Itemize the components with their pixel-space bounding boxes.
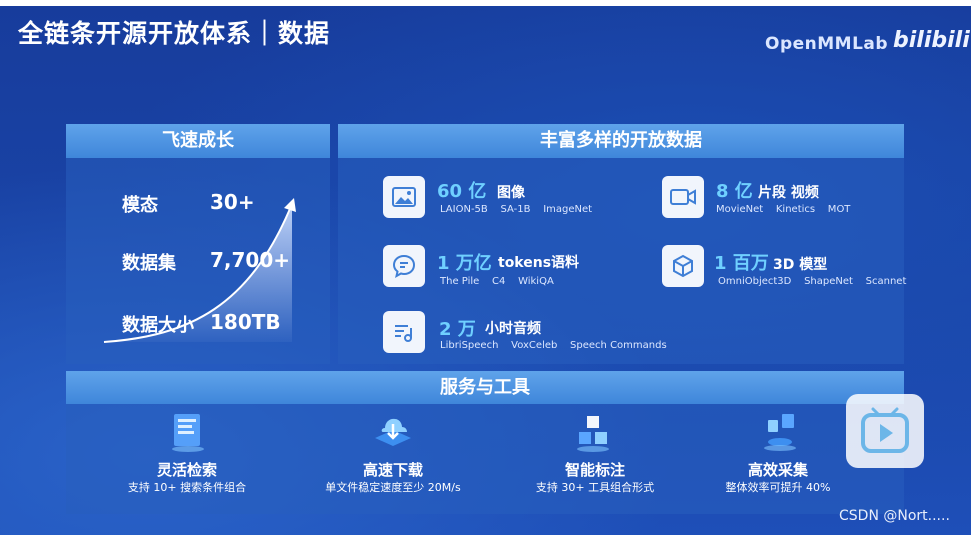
download-cloud-icon (375, 418, 411, 446)
stat-label-datasets: 数据集 (122, 253, 176, 274)
chat-bubble-icon (383, 245, 425, 287)
dataset-count-3d: 1 百万 (714, 253, 769, 274)
play-button[interactable] (846, 394, 924, 468)
dataset-sources-video: MovieNet Kinetics MOT (716, 204, 851, 215)
dataset-count-image: 60 亿 (437, 181, 487, 202)
tool-desc-download: 单文件稳定速度至少 20M/s (325, 481, 461, 494)
dataset-count-video: 8 亿 (716, 181, 753, 202)
right-border (971, 0, 979, 535)
audio-icon (383, 311, 425, 353)
tool-name-download: 高速下载 (362, 461, 423, 479)
search-panel-icon (172, 414, 204, 452)
dataset-kind-3d: 3D 模型 (773, 257, 828, 273)
dataset-sources-3d: OmniObject3D ShapeNet Scannet (718, 276, 907, 287)
dataset-sources-tokens: The Pile C4 WikiQA (440, 276, 554, 287)
dataset-kind-image: 图像 (497, 185, 525, 201)
dataset-sources-image: LAION-5B SA-1B ImageNet (440, 204, 593, 215)
brand-name: OpenMMLab (765, 34, 889, 54)
stat-label-size: 数据大小 (122, 315, 194, 336)
play-icon (861, 407, 909, 453)
services-header: 服务与工具 (66, 371, 904, 404)
page-title: 全链条开源开放体系｜数据 (18, 19, 331, 48)
watermark: CSDN @Nort..... (839, 508, 950, 524)
growth-header: 飞速成长 (66, 124, 330, 158)
stat-label-modality: 模态 (122, 195, 158, 216)
dataset-kind-audio: 小时音频 (485, 321, 541, 337)
dataset-count-audio: 2 万 (439, 319, 476, 340)
collect-icon (764, 414, 796, 451)
stat-value-size: 180TB (210, 310, 281, 334)
cube-icon (662, 245, 704, 287)
tool-desc-collect: 整体效率可提升 40% (725, 481, 831, 494)
open-data-header: 丰富多样的开放数据 (338, 124, 904, 158)
bilibili-logo: bilibili (893, 28, 970, 53)
tool-name-annotate: 智能标注 (564, 461, 625, 479)
dataset-sources-audio: LibriSpeech VoxCeleb Speech Commands (440, 340, 667, 351)
tool-desc-search: 支持 10+ 搜索条件组合 (127, 481, 247, 494)
slide: 全链条开源开放体系｜数据 OpenMMLab bilibili 飞速成长 模态 … (0, 0, 979, 535)
top-border (0, 0, 979, 6)
dataset-count-tokens: 1 万亿 (437, 253, 492, 274)
cubes-icon (577, 416, 609, 452)
stat-value-modality: 30+ (210, 190, 255, 214)
tool-name-collect: 高效采集 (747, 461, 808, 479)
stat-value-datasets: 7,700+ (210, 248, 291, 272)
dataset-kind-tokens: tokens语料 (498, 255, 580, 271)
tool-name-search: 灵活检索 (156, 461, 217, 479)
dataset-kind-video: 片段 视频 (758, 185, 819, 201)
image-icon (383, 176, 425, 218)
video-icon (662, 176, 704, 218)
